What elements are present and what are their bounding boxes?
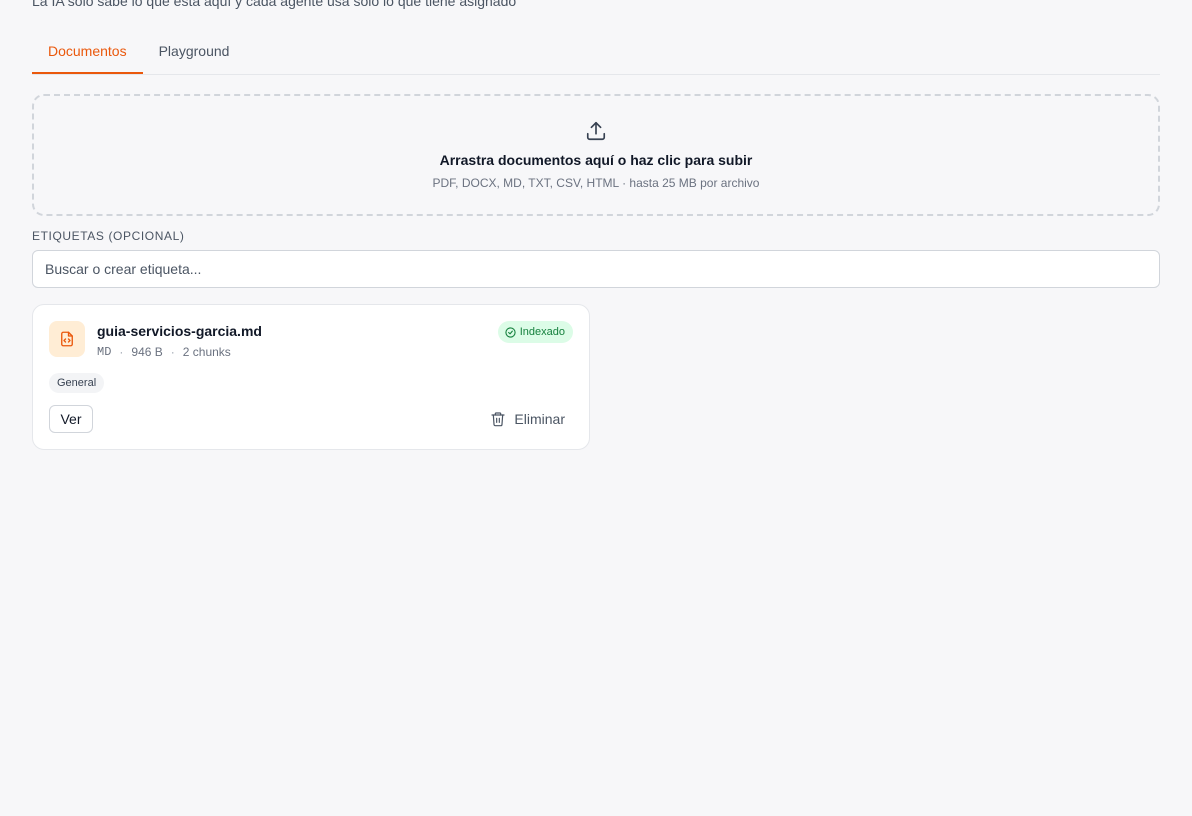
document-name: guia-servicios-garcia.md xyxy=(97,323,262,339)
page-subtitle: La IA solo sabe lo que está aquí y cada … xyxy=(32,0,517,9)
delete-label: Eliminar xyxy=(514,411,565,427)
document-chunks: 2 chunks xyxy=(182,345,231,359)
tab-bar: Documentos Playground xyxy=(32,30,1160,75)
upload-dropzone[interactable]: Arrastra documentos aquí o haz clic para… xyxy=(32,94,1160,216)
check-circle-icon xyxy=(505,326,516,338)
tags-field-label: Etiquetas (opcional) xyxy=(32,229,185,243)
dropzone-title: Arrastra documentos aquí o haz clic para… xyxy=(439,152,753,168)
tab-playground[interactable]: Playground xyxy=(143,30,246,73)
document-type: MD xyxy=(97,345,112,359)
tab-documentos[interactable]: Documentos xyxy=(32,30,143,74)
status-label: Indexado xyxy=(519,326,565,338)
document-card: guia-servicios-garcia.md MD · 946 B · 2 … xyxy=(32,304,590,450)
knowledge-base-page: La IA solo sabe lo que está aquí y cada … xyxy=(0,0,1192,816)
dropzone-hint: PDF, DOCX, MD, TXT, CSV, HTML · hasta 25… xyxy=(432,176,760,190)
meta-separator: · xyxy=(119,345,124,359)
status-badge: Indexado xyxy=(497,321,573,343)
document-size: 946 B xyxy=(131,345,163,359)
upload-icon xyxy=(586,121,606,141)
file-code-icon xyxy=(49,321,85,357)
meta-separator: · xyxy=(170,345,175,359)
view-button[interactable]: Ver xyxy=(49,405,93,433)
delete-button[interactable]: Eliminar xyxy=(482,405,573,433)
trash-icon xyxy=(491,412,506,427)
tag-chip: General xyxy=(49,373,105,393)
document-meta: MD · 946 B · 2 chunks xyxy=(97,345,231,359)
tags-search-input[interactable] xyxy=(32,250,1160,288)
